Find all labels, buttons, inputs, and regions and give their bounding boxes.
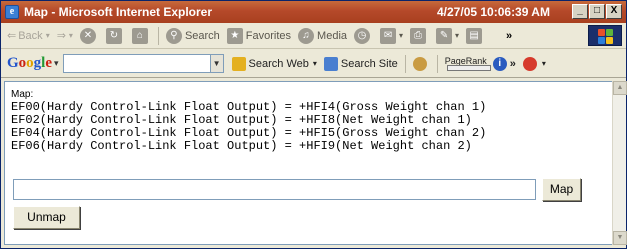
mail-icon: ✉ [380,27,397,44]
pagerank-label: PageRank [444,55,487,66]
back-button[interactable]: ⇐ Back ▾ [7,29,50,43]
scroll-up-arrow-icon[interactable]: ▲ [613,81,627,95]
home-button[interactable]: ⌂ [131,27,151,44]
logo-letter: o [26,55,34,71]
title-datetime: 4/27/05 10:06:39 AM [437,5,550,19]
print-icon: ⎙ [410,27,427,44]
toolbar-divider [436,54,438,73]
back-arrow-icon: ⇐ [7,30,17,42]
logo-letter: e [45,55,53,71]
google-logo[interactable]: Google [7,55,52,72]
discuss-button[interactable]: ▤ [466,27,485,44]
map-button[interactable]: Map [542,178,581,201]
mapping-line: EF02(Hardy Control-Link Float Output) = … [11,113,472,127]
chevron-down-icon: ▾ [312,59,317,68]
favorites-button[interactable]: ★ Favorites [226,27,292,44]
news-button[interactable] [412,56,430,71]
favorites-label: Favorites [245,29,292,42]
ie-icon: e [5,5,19,19]
chevron-right-icon: » [506,29,513,42]
search-site-button[interactable]: Search Site [323,56,398,71]
close-button[interactable]: X [606,4,622,19]
search-icon: ⚲ [165,27,182,44]
map-label: Map: [11,89,34,100]
mapping-line: EF06(Hardy Control-Link Float Output) = … [11,139,472,153]
options-button[interactable]: ▾ [522,56,546,71]
info-icon: i [492,56,507,71]
browser-window: e Map - Microsoft Internet Explorer 4/27… [0,0,627,249]
search-web-icon [231,56,246,71]
search-site-label: Search Site [340,57,398,70]
window-controls: _ □ X [572,4,622,19]
title-bar: e Map - Microsoft Internet Explorer 4/27… [1,1,626,23]
back-label: Back [18,29,43,42]
pagerank-bar [446,65,491,71]
search-site-icon [323,56,338,71]
logo-green-pane [606,29,613,36]
edit-button[interactable]: ✎ ▾ [436,27,460,44]
mapping-line: EF04(Hardy Control-Link Float Output) = … [11,126,487,140]
chevron-down-icon: ▾ [541,59,546,68]
toolbar-divider [157,26,159,45]
logo-red-pane [598,29,605,36]
minimize-button[interactable]: _ [572,4,588,19]
toolbar-overflow-button[interactable]: » [506,30,512,42]
stop-icon: ✕ [79,27,96,44]
discuss-icon: ▤ [466,27,483,44]
logo-yellow-pane [606,37,613,44]
stop-button[interactable]: ✕ [79,27,99,44]
search-button[interactable]: ⚲ Search [165,27,220,44]
logo-blue-pane [598,37,605,44]
forward-button[interactable]: ⇒ ▾ [57,29,73,42]
pagerank-indicator: PageRank [445,56,491,71]
history-icon: ◷ [354,27,371,44]
mapping-line: EF00(Hardy Control-Link Float Output) = … [11,100,487,114]
google-search-input[interactable] [62,54,211,73]
logo-letter: G [7,55,19,71]
search-web-button[interactable]: Search Web ▾ [231,56,317,71]
edit-icon: ✎ [436,27,453,44]
windows-logo [588,25,622,46]
chevron-down-icon: ▾ [399,31,404,40]
print-button[interactable]: ⎙ [410,27,429,44]
search-history-dropdown[interactable]: ▼ [210,54,224,73]
chevron-down-icon[interactable]: ▾ [54,58,59,69]
media-icon: ♫ [298,27,315,44]
window-title: Map - Microsoft Internet Explorer [24,5,213,19]
scroll-down-arrow-icon[interactable]: ▼ [613,231,627,245]
map-listing: Map: EF00(Hardy Control-Link Float Outpu… [11,88,486,153]
page-content: Map: EF00(Hardy Control-Link Float Outpu… [4,81,612,245]
search-label: Search [184,29,220,42]
chevron-right-icon: » [509,57,516,70]
chevron-down-icon: ▾ [45,31,50,40]
refresh-button[interactable]: ↻ [105,27,125,44]
unmap-button[interactable]: Unmap [13,206,80,229]
news-icon [412,56,427,71]
favorites-icon: ★ [226,27,243,44]
options-icon [522,56,537,71]
home-icon: ⌂ [131,27,148,44]
standard-toolbar: ⇐ Back ▾ ⇒ ▾ ✕ ↻ ⌂ ⚲ Search ★ Favorites … [1,23,626,49]
info-button[interactable]: i » [492,56,516,71]
maximize-button[interactable]: □ [589,4,605,19]
mail-button[interactable]: ✉ ▾ [380,27,404,44]
google-toolbar: Google ▾ ▼ Search Web ▾ Search Site Page… [1,50,626,78]
history-button[interactable]: ◷ [354,27,373,44]
media-button[interactable]: ♫ Media [298,27,348,44]
forward-arrow-icon: ⇒ [56,30,66,42]
map-input[interactable] [13,179,536,200]
chevron-down-icon: ▾ [68,31,73,40]
chevron-down-icon: ▾ [455,31,460,40]
refresh-icon: ↻ [105,27,122,44]
vertical-scrollbar[interactable]: ▲ ▼ [612,81,627,245]
toolbar-divider [404,54,406,73]
search-web-label: Search Web [248,57,309,70]
media-label: Media [317,29,348,42]
